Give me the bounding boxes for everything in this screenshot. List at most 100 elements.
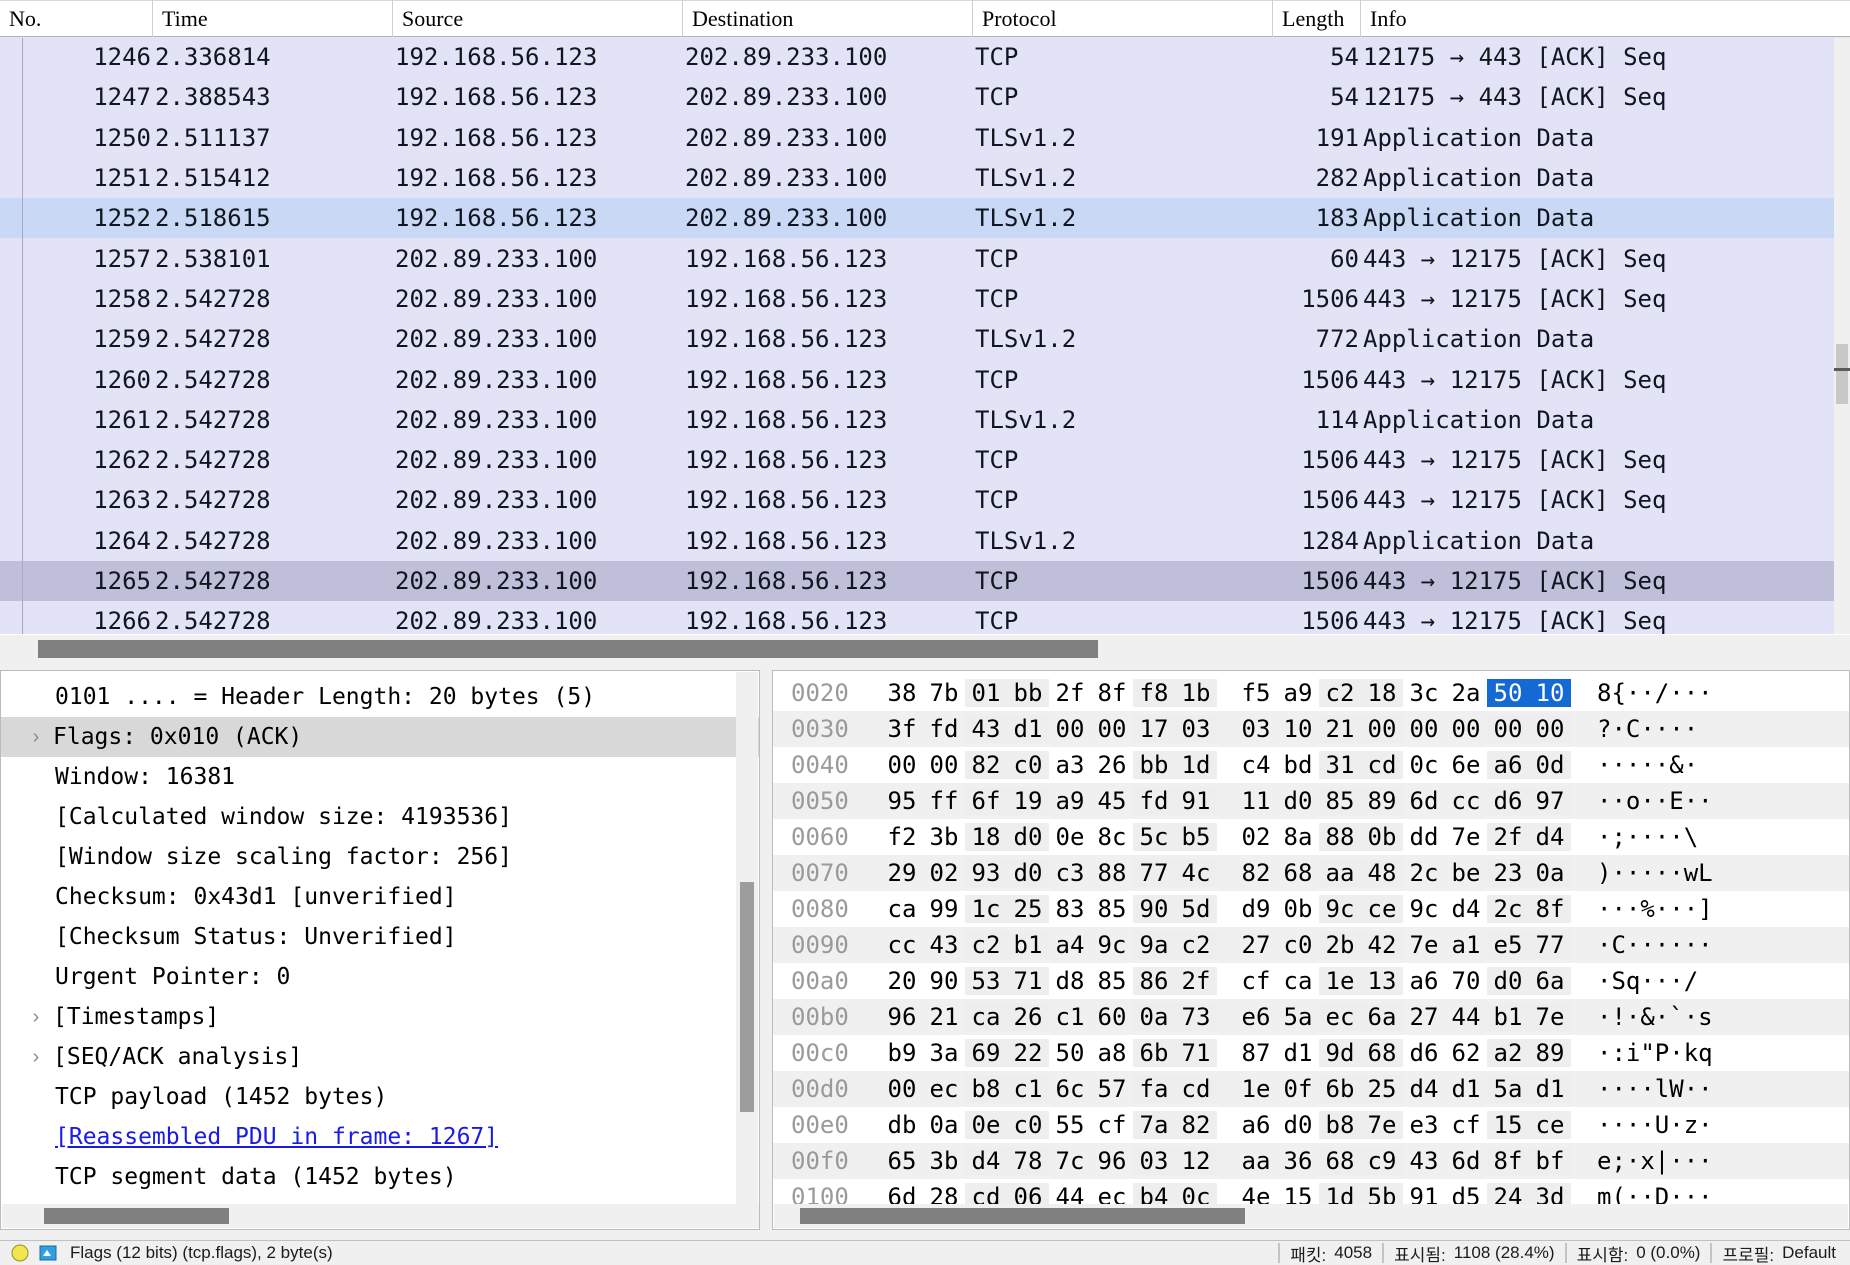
hex-byte[interactable]: 21 xyxy=(1319,715,1361,743)
hex-byte[interactable]: a3 xyxy=(1049,751,1091,779)
hex-byte[interactable]: 1e xyxy=(1235,1075,1277,1103)
packet-list-pane[interactable]: No. Time Source Destination Protocol Len… xyxy=(0,0,1850,634)
hex-byte[interactable]: a6 xyxy=(1403,967,1445,995)
packet-row[interactable]: 1252 2.518615 192.168.56.123 202.89.233.100… xyxy=(0,198,1850,239)
hex-byte[interactable]: 97 xyxy=(1529,787,1571,815)
packet-row[interactable]: 1261 2.542728 202.89.233.100 192.168.56.123… xyxy=(0,399,1850,440)
hex-byte[interactable]: 01 xyxy=(965,679,1007,707)
hex-byte[interactable]: d4 xyxy=(1445,895,1487,923)
detail-link-row[interactable]: [Reassembled PDU in frame: 1267] xyxy=(53,1117,759,1157)
hex-byte[interactable]: 88 xyxy=(1091,859,1133,887)
hex-byte[interactable]: cd xyxy=(1361,751,1403,779)
hex-byte[interactable]: 99 xyxy=(923,895,965,923)
hex-byte[interactable]: 3b xyxy=(923,823,965,851)
hex-byte[interactable]: 2f xyxy=(1487,823,1529,851)
hex-byte[interactable]: 2a xyxy=(1445,679,1487,707)
hex-byte[interactable]: 44 xyxy=(1445,1003,1487,1031)
hex-byte[interactable]: b8 xyxy=(1319,1111,1361,1139)
hex-byte[interactable]: d1 xyxy=(1277,1039,1319,1067)
hex-byte[interactable]: a6 xyxy=(1235,1111,1277,1139)
hex-byte[interactable]: 25 xyxy=(1007,895,1049,923)
hex-byte[interactable]: 00 xyxy=(1091,715,1133,743)
hex-byte[interactable]: c9 xyxy=(1361,1147,1403,1175)
packet-row[interactable]: 1264 2.542728 202.89.233.100 192.168.56.123… xyxy=(0,520,1850,561)
column-header-info[interactable]: Info xyxy=(1361,0,1850,37)
hex-byte[interactable]: 00 xyxy=(1403,715,1445,743)
hex-byte[interactable]: d0 xyxy=(1277,1111,1319,1139)
hex-byte[interactable]: bd xyxy=(1277,751,1319,779)
hex-byte[interactable]: a1 xyxy=(1445,931,1487,959)
hex-byte[interactable]: 68 xyxy=(1277,859,1319,887)
hex-byte[interactable]: 88 xyxy=(1319,823,1361,851)
hex-hscroll-thumb[interactable] xyxy=(800,1208,1245,1224)
hexdump-row[interactable]: 00e0 db 0a 0e c0 55 cf 7a 82 a6 d0 b8 7e e3 cf 15 ce ····… xyxy=(773,1107,1849,1143)
hex-byte[interactable]: a9 xyxy=(1049,787,1091,815)
hexdump-row[interactable]: 0040 00 00 82 c0 a3 26 bb 1d c4 bd 31 cd 0c 6e a6 0d ····… xyxy=(773,747,1849,783)
hex-byte[interactable]: 82 xyxy=(1235,859,1277,887)
hexdump-row[interactable]: 0020 38 7b 01 bb 2f 8f f8 1b f5 a9 c2 18 3c 2a 50 10 8{··… xyxy=(773,675,1849,711)
hex-byte[interactable]: 27 xyxy=(1403,1003,1445,1031)
hex-byte[interactable]: 0e xyxy=(1049,823,1091,851)
hex-byte[interactable]: a6 xyxy=(1487,751,1529,779)
hex-byte[interactable]: b8 xyxy=(965,1075,1007,1103)
hex-byte[interactable]: 18 xyxy=(1361,679,1403,707)
hex-byte[interactable]: 95 xyxy=(881,787,923,815)
hex-byte[interactable]: c3 xyxy=(1049,859,1091,887)
hex-byte[interactable]: c0 xyxy=(1007,751,1049,779)
hex-byte[interactable]: ff xyxy=(923,787,965,815)
hex-byte[interactable]: 03 xyxy=(1235,715,1277,743)
hex-byte[interactable]: 86 xyxy=(1133,967,1175,995)
hex-byte[interactable]: 36 xyxy=(1277,1147,1319,1175)
hex-byte[interactable]: 83 xyxy=(1049,895,1091,923)
detail-row[interactable]: TCP segment data (1452 bytes) xyxy=(53,1157,759,1197)
hex-byte[interactable]: 03 xyxy=(1133,1147,1175,1175)
hex-byte[interactable]: 10 xyxy=(1277,715,1319,743)
hex-byte[interactable]: 82 xyxy=(965,751,1007,779)
hex-byte[interactable]: 7b xyxy=(923,679,965,707)
hex-byte[interactable]: 1c xyxy=(965,895,1007,923)
hex-byte[interactable]: 1b xyxy=(1175,679,1217,707)
hex-byte[interactable]: e6 xyxy=(1235,1003,1277,1031)
hex-byte[interactable]: d0 xyxy=(1007,859,1049,887)
hex-byte[interactable]: 21 xyxy=(923,1003,965,1031)
hex-byte[interactable]: 26 xyxy=(1007,1003,1049,1031)
hex-byte[interactable]: 55 xyxy=(1049,1111,1091,1139)
hex-byte[interactable]: 3c xyxy=(1403,679,1445,707)
hex-byte[interactable]: 6d xyxy=(1403,787,1445,815)
hex-byte[interactable]: 43 xyxy=(923,931,965,959)
hex-byte[interactable]: 11 xyxy=(1235,787,1277,815)
hex-byte[interactable]: 6b xyxy=(1133,1039,1175,1067)
hex-byte[interactable]: b1 xyxy=(1007,931,1049,959)
hex-byte[interactable]: 0d xyxy=(1529,751,1571,779)
hex-byte[interactable]: 87 xyxy=(1235,1039,1277,1067)
detail-row[interactable]: [Calculated window size: 4193536] xyxy=(53,797,759,837)
hex-byte[interactable]: 6e xyxy=(1445,751,1487,779)
hex-byte[interactable]: c2 xyxy=(965,931,1007,959)
hex-byte[interactable]: cd xyxy=(1175,1075,1217,1103)
hex-byte[interactable]: 0b xyxy=(1361,823,1403,851)
hex-byte[interactable]: cf xyxy=(1091,1111,1133,1139)
hex-byte[interactable]: 6f xyxy=(965,787,1007,815)
hex-byte[interactable]: 9c xyxy=(1403,895,1445,923)
packet-row[interactable]: 1258 2.542728 202.89.233.100 192.168.56.123… xyxy=(0,278,1850,320)
hex-byte[interactable]: d4 xyxy=(1529,823,1571,851)
detail-row[interactable]: 0101 .... = Header Length: 20 bytes (5) xyxy=(53,677,759,717)
hex-byte[interactable]: 1d xyxy=(1175,751,1217,779)
hex-byte[interactable]: 02 xyxy=(1235,823,1277,851)
hex-byte[interactable]: 91 xyxy=(1175,787,1217,815)
hex-byte[interactable]: 89 xyxy=(1361,787,1403,815)
hex-horizontal-scrollbar[interactable] xyxy=(774,1204,1848,1228)
hexdump-row[interactable]: 0030 3f fd 43 d1 00 00 17 03 03 10 21 00 00 00 00 00 ?·C·… xyxy=(773,711,1849,747)
hex-byte[interactable]: 42 xyxy=(1361,931,1403,959)
hex-byte[interactable]: 12 xyxy=(1175,1147,1217,1175)
detail-hscroll-thumb[interactable] xyxy=(44,1208,229,1224)
hex-byte[interactable]: bb xyxy=(1007,679,1049,707)
detail-row[interactable]: › [SEQ/ACK analysis] xyxy=(1,1037,759,1077)
packet-list-horizontal-scrollbar[interactable] xyxy=(0,634,1850,662)
hex-byte[interactable]: 1e xyxy=(1319,967,1361,995)
status-profile-value[interactable]: Default xyxy=(1774,1243,1850,1263)
hex-byte[interactable]: 70 xyxy=(1445,967,1487,995)
hex-byte[interactable]: 6a xyxy=(1361,1003,1403,1031)
hex-byte[interactable]: 25 xyxy=(1361,1075,1403,1103)
packet-bytes-pane[interactable]: 0020 38 7b 01 bb 2f 8f f8 1b f5 a9 c2 18 3c 2a 50 10 8{··… xyxy=(772,670,1850,1230)
